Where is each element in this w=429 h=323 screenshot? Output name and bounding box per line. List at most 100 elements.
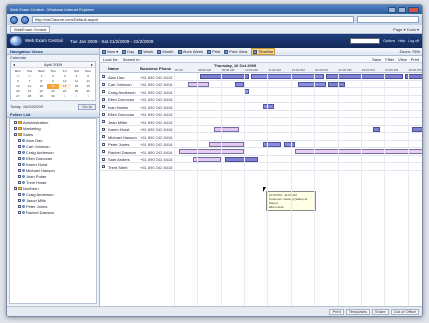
checkbox[interactable] [18, 156, 21, 160]
resource-row[interactable]: Sam Anders +61 890 242 8418 [100, 156, 422, 163]
toolbar-button[interactable]: Day [122, 49, 134, 54]
look-for-label[interactable]: Look for: [103, 57, 119, 62]
toolbar-button[interactable]: Work Week [177, 49, 203, 54]
appointment-bar[interactable] [213, 126, 240, 132]
prev-month-icon[interactable]: ◂ [13, 62, 15, 67]
calendar-day[interactable]: 2 [71, 94, 83, 99]
zoom-control[interactable]: Zoom: 75% [400, 49, 420, 54]
toolbar-button[interactable]: Week [138, 49, 153, 54]
browser-search-input[interactable] [357, 16, 419, 23]
close-button[interactable] [408, 6, 419, 13]
row-checkbox[interactable] [102, 127, 105, 131]
appointment-bar[interactable] [178, 149, 245, 154]
checkbox[interactable] [18, 198, 21, 202]
filter-button[interactable]: Filter [385, 57, 394, 62]
go-to-button[interactable]: Go to [78, 103, 96, 110]
appointment-bar[interactable] [412, 126, 422, 132]
toolbar-button[interactable]: Print [207, 49, 220, 54]
calendar-day[interactable]: 28 [24, 94, 36, 99]
checkbox[interactable] [18, 192, 21, 196]
checkbox[interactable] [18, 168, 21, 172]
calendar-day[interactable]: 27 [12, 94, 24, 99]
toolbar-button[interactable]: New ▾ [102, 49, 118, 54]
maximize-button[interactable] [398, 6, 406, 13]
checkbox[interactable] [14, 126, 17, 130]
person-icon [22, 162, 25, 166]
minimize-button[interactable] [388, 6, 396, 13]
checkbox[interactable] [18, 174, 21, 178]
row-checkbox[interactable] [102, 105, 105, 108]
browser-tab[interactable]: WebExam Central [10, 25, 51, 33]
checkbox[interactable] [18, 150, 21, 154]
row-checkbox[interactable] [102, 75, 105, 78]
resource-row[interactable]: Ivan Hanks +61 890 242 8418 [100, 103, 422, 111]
header-link-logoff[interactable]: Log off [408, 39, 419, 43]
toolbar-button[interactable]: Timeline [251, 48, 276, 55]
resource-row[interactable]: Michael Hanson +61 890 242 8418 [100, 133, 422, 141]
header-link-options[interactable]: Options [383, 39, 395, 43]
resource-row[interactable]: Ellen Donovan +61 890 242 8418 [100, 96, 422, 103]
row-checkbox[interactable] [102, 157, 105, 161]
checkbox[interactable] [18, 204, 21, 208]
checkbox[interactable] [18, 180, 21, 184]
calendar-day[interactable]: 29 [35, 94, 47, 99]
next-month-icon[interactable]: ▸ [91, 62, 93, 67]
url-field[interactable]: http://vieClaurne.com/Default.aspx# [32, 16, 354, 23]
checkbox[interactable] [18, 162, 21, 166]
resource-row[interactable]: Ellen Donovan +61 890 242 8418 [100, 111, 422, 118]
toolbar-button[interactable]: Month [157, 49, 174, 54]
row-checkbox[interactable] [102, 165, 105, 168]
appointment-bar[interactable] [199, 74, 249, 79]
checkbox[interactable] [18, 210, 21, 214]
folder-item[interactable]: Rachel Dawson [10, 209, 96, 215]
appointment-bar[interactable] [251, 74, 324, 79]
toolbar-button[interactable]: Print View [224, 49, 247, 54]
resource-row[interactable]: Trent Steel +61 890 242 8418 [100, 163, 422, 171]
row-checkbox[interactable] [102, 142, 105, 146]
appointment-bar[interactable] [283, 141, 296, 147]
row-checkbox[interactable] [102, 82, 105, 86]
appointment-bar[interactable] [262, 141, 282, 147]
appointment-bar[interactable] [297, 81, 326, 87]
resource-row[interactable]: Carl Johnson +61 890 242 8418 [100, 81, 422, 88]
appointment-bar[interactable] [209, 141, 245, 147]
checkbox[interactable] [14, 120, 17, 124]
print-button[interactable]: Print [411, 57, 419, 62]
appointment-bar[interactable] [372, 126, 380, 132]
resource-row[interactable]: Jean Miller +61 890 242 8418 [100, 118, 422, 126]
calendar-day[interactable]: 1 [59, 94, 71, 99]
status-share[interactable]: Share [371, 308, 389, 315]
checkbox[interactable] [14, 132, 17, 136]
calendar-day[interactable]: 30 [47, 94, 59, 99]
status-out-of-office[interactable]: Out of Office [390, 308, 419, 315]
resource-row[interactable]: Peter Jones +61 890 242 8418 [100, 141, 422, 148]
row-checkbox[interactable] [102, 90, 105, 93]
appointment-bar[interactable] [234, 81, 245, 87]
calendar-day[interactable]: 3 [82, 94, 94, 99]
save-button[interactable]: Save [372, 57, 381, 62]
checkbox[interactable] [18, 138, 21, 142]
checkbox[interactable] [18, 144, 21, 148]
row-checkbox[interactable] [102, 150, 105, 153]
browser-tools-menu[interactable]: Page ▾ Tools ▾ [393, 27, 419, 32]
forward-icon[interactable] [21, 15, 29, 24]
appointment-bar[interactable] [328, 81, 345, 87]
view-button[interactable]: View [398, 57, 407, 62]
column-phone-header[interactable]: Business Phone [140, 66, 171, 71]
row-checkbox[interactable] [102, 112, 105, 116]
appointment-bar[interactable] [188, 81, 210, 87]
status-print[interactable]: Print [329, 308, 344, 315]
status-templates[interactable]: Templates [345, 308, 370, 315]
search-in-label[interactable]: Search in: [123, 57, 141, 62]
back-icon[interactable] [10, 15, 18, 24]
appointment-bar[interactable] [225, 156, 259, 162]
row-checkbox[interactable] [102, 120, 105, 123]
column-name-header[interactable]: Name [108, 66, 119, 71]
row-checkbox[interactable] [102, 135, 105, 138]
resource-row[interactable]: Craig Anderson +61 890 242 8418 [100, 88, 422, 96]
appointment-bar[interactable] [262, 104, 275, 109]
header-search-input[interactable] [350, 38, 381, 44]
row-checkbox[interactable] [102, 97, 105, 101]
header-link-help[interactable]: Help [398, 39, 405, 43]
checkbox[interactable] [14, 186, 17, 190]
